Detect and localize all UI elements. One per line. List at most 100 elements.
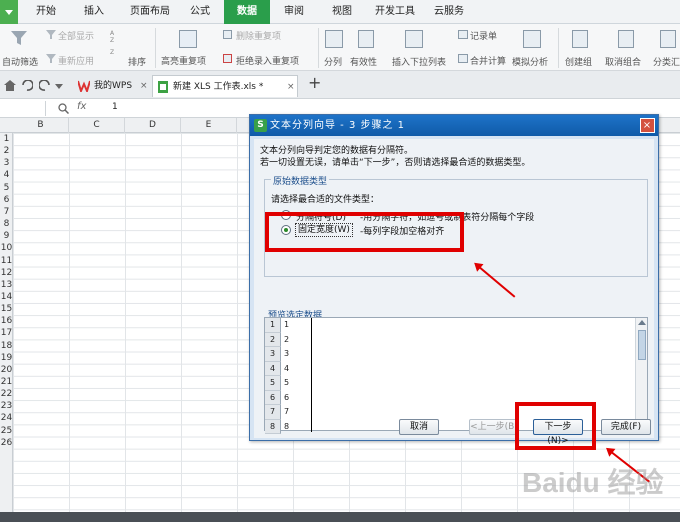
- split-column-button[interactable]: 分列: [324, 55, 342, 68]
- row-header[interactable]: 14: [0, 291, 13, 303]
- ribbon-toolbar: 自动筛选 全部显示 重新应用 AZ Z 排序 高亮重复项 删除重复项 拒绝录入重…: [0, 24, 680, 71]
- close-icon[interactable]: ×: [140, 75, 148, 97]
- validity-button[interactable]: 有效性: [350, 55, 377, 68]
- row-header[interactable]: 1: [0, 133, 13, 145]
- dialog-body: 文本分列向导判定您的数据有分隔符。 若一切设置无误，请单击“下一步”，否则请选择…: [254, 139, 654, 446]
- preview-row-number: 8: [265, 419, 281, 434]
- show-all-icon: [46, 30, 56, 39]
- tab-home[interactable]: 开始: [26, 0, 66, 24]
- cancel-button[interactable]: 取消: [399, 419, 439, 435]
- chevron-down-icon[interactable]: [55, 84, 63, 89]
- tab-my-wps[interactable]: 我的WPS ×: [74, 75, 150, 97]
- row-header[interactable]: 23: [0, 400, 13, 412]
- highlight-duplicates-button[interactable]: 高亮重复项: [161, 54, 206, 67]
- row-header[interactable]: 2: [0, 145, 13, 157]
- row-header[interactable]: 18: [0, 340, 13, 352]
- separator: [155, 28, 156, 68]
- chevron-up-icon[interactable]: [638, 320, 646, 325]
- merge-calc-button[interactable]: 合并计算: [470, 54, 506, 67]
- preview-row-number: 3: [265, 347, 281, 362]
- preview-row-value: 8: [284, 421, 290, 431]
- row-header[interactable]: 3: [0, 157, 13, 169]
- tab-data[interactable]: 数据: [224, 0, 270, 24]
- row-header[interactable]: 17: [0, 327, 13, 339]
- preview-row-number: 2: [265, 332, 281, 347]
- create-group-button[interactable]: 创建组: [565, 55, 592, 68]
- row-header[interactable]: 24: [0, 412, 13, 424]
- tab-insert[interactable]: 插入: [74, 0, 114, 24]
- watermark: Baidu 经验: [522, 467, 664, 498]
- sort-button[interactable]: 排序: [128, 55, 146, 68]
- close-button[interactable]: ×: [640, 118, 655, 133]
- show-all-button[interactable]: 全部显示: [58, 29, 94, 42]
- row-header[interactable]: 13: [0, 279, 13, 291]
- reject-duplicates-button[interactable]: 拒绝录入重复项: [236, 54, 299, 67]
- row-header[interactable]: 4: [0, 169, 13, 181]
- tab-cloud[interactable]: 云服务: [426, 0, 472, 24]
- data-type-group-label: 原始数据类型: [271, 174, 330, 187]
- column-header[interactable]: D: [125, 118, 181, 133]
- highlight-box-next-button: [515, 402, 596, 450]
- scrollbar[interactable]: [635, 318, 647, 430]
- separator: [318, 28, 319, 68]
- row-header[interactable]: 7: [0, 206, 13, 218]
- zoom-icon[interactable]: [58, 103, 69, 114]
- row-header[interactable]: 19: [0, 352, 13, 364]
- tab-developer[interactable]: 开发工具: [368, 0, 422, 24]
- preview-row-value: 2: [284, 334, 290, 344]
- column-header[interactable]: E: [181, 118, 237, 133]
- scroll-thumb[interactable]: [638, 330, 646, 360]
- intro-text-2: 若一切设置无误，请单击“下一步”，否则请选择最合适的数据类型。: [260, 158, 531, 168]
- record-form-button[interactable]: 记录单: [470, 29, 497, 42]
- row-header[interactable]: 8: [0, 218, 13, 230]
- auto-filter-button[interactable]: 自动筛选: [2, 55, 38, 68]
- column-header[interactable]: C: [69, 118, 125, 133]
- redo-icon[interactable]: [39, 80, 50, 91]
- row-header[interactable]: 5: [0, 182, 13, 194]
- app-menu-button[interactable]: [0, 0, 18, 24]
- tab-xls-file[interactable]: 新建 XLS 工作表.xls * ×: [152, 75, 298, 97]
- subtotal-button[interactable]: 分类汇: [653, 55, 680, 68]
- row-header[interactable]: 12: [0, 267, 13, 279]
- row-header[interactable]: 20: [0, 364, 13, 376]
- preview-row-value: 5: [284, 378, 290, 387]
- new-tab-button[interactable]: +: [308, 73, 321, 92]
- row-header[interactable]: 10: [0, 242, 13, 254]
- formula-input[interactable]: 1: [112, 102, 118, 112]
- name-box[interactable]: [0, 101, 46, 116]
- preview-row-value: 4: [284, 363, 290, 373]
- row-header[interactable]: 9: [0, 230, 13, 242]
- close-icon[interactable]: ×: [287, 76, 295, 98]
- row-header[interactable]: 15: [0, 303, 13, 315]
- row-header[interactable]: 6: [0, 194, 13, 206]
- tab-formula[interactable]: 公式: [180, 0, 220, 24]
- row-header[interactable]: 11: [0, 255, 13, 267]
- simulate-analysis-button[interactable]: 模拟分析: [512, 55, 548, 68]
- ungroup-button[interactable]: 取消组合: [605, 55, 641, 68]
- home-icon[interactable]: [4, 80, 16, 91]
- separator: [558, 28, 559, 68]
- row-header[interactable]: 26: [0, 437, 13, 449]
- svg-text:Z: Z: [110, 37, 114, 43]
- split-column-icon: [325, 30, 343, 48]
- tab-review[interactable]: 审阅: [274, 0, 314, 24]
- row-header[interactable]: 25: [0, 425, 13, 437]
- fx-icon[interactable]: fx: [77, 101, 86, 112]
- undo-icon[interactable]: [22, 80, 33, 91]
- preview-row-number: 4: [265, 361, 281, 376]
- prev-step-button[interactable]: <上一步(B): [469, 419, 519, 435]
- highlight-duplicates-icon: [179, 30, 197, 48]
- tab-my-wps-label: 我的WPS: [94, 81, 133, 91]
- row-header[interactable]: 16: [0, 315, 13, 327]
- column-header[interactable]: B: [13, 118, 69, 133]
- reapply-button[interactable]: 重新应用: [58, 54, 94, 67]
- row-header[interactable]: 21: [0, 376, 13, 388]
- delete-duplicates-button[interactable]: 删除重复项: [236, 29, 281, 42]
- row-header[interactable]: 22: [0, 388, 13, 400]
- tab-page-layout[interactable]: 页面布局: [122, 0, 178, 24]
- finish-button[interactable]: 完成(F): [601, 419, 651, 435]
- sort-asc-icon: AZ: [110, 30, 115, 43]
- dialog-titlebar[interactable]: S 文本分列向导 - 3 步骤之 1 ×: [250, 115, 658, 136]
- insert-dropdown-button[interactable]: 插入下拉列表: [392, 55, 446, 68]
- tab-view[interactable]: 视图: [322, 0, 362, 24]
